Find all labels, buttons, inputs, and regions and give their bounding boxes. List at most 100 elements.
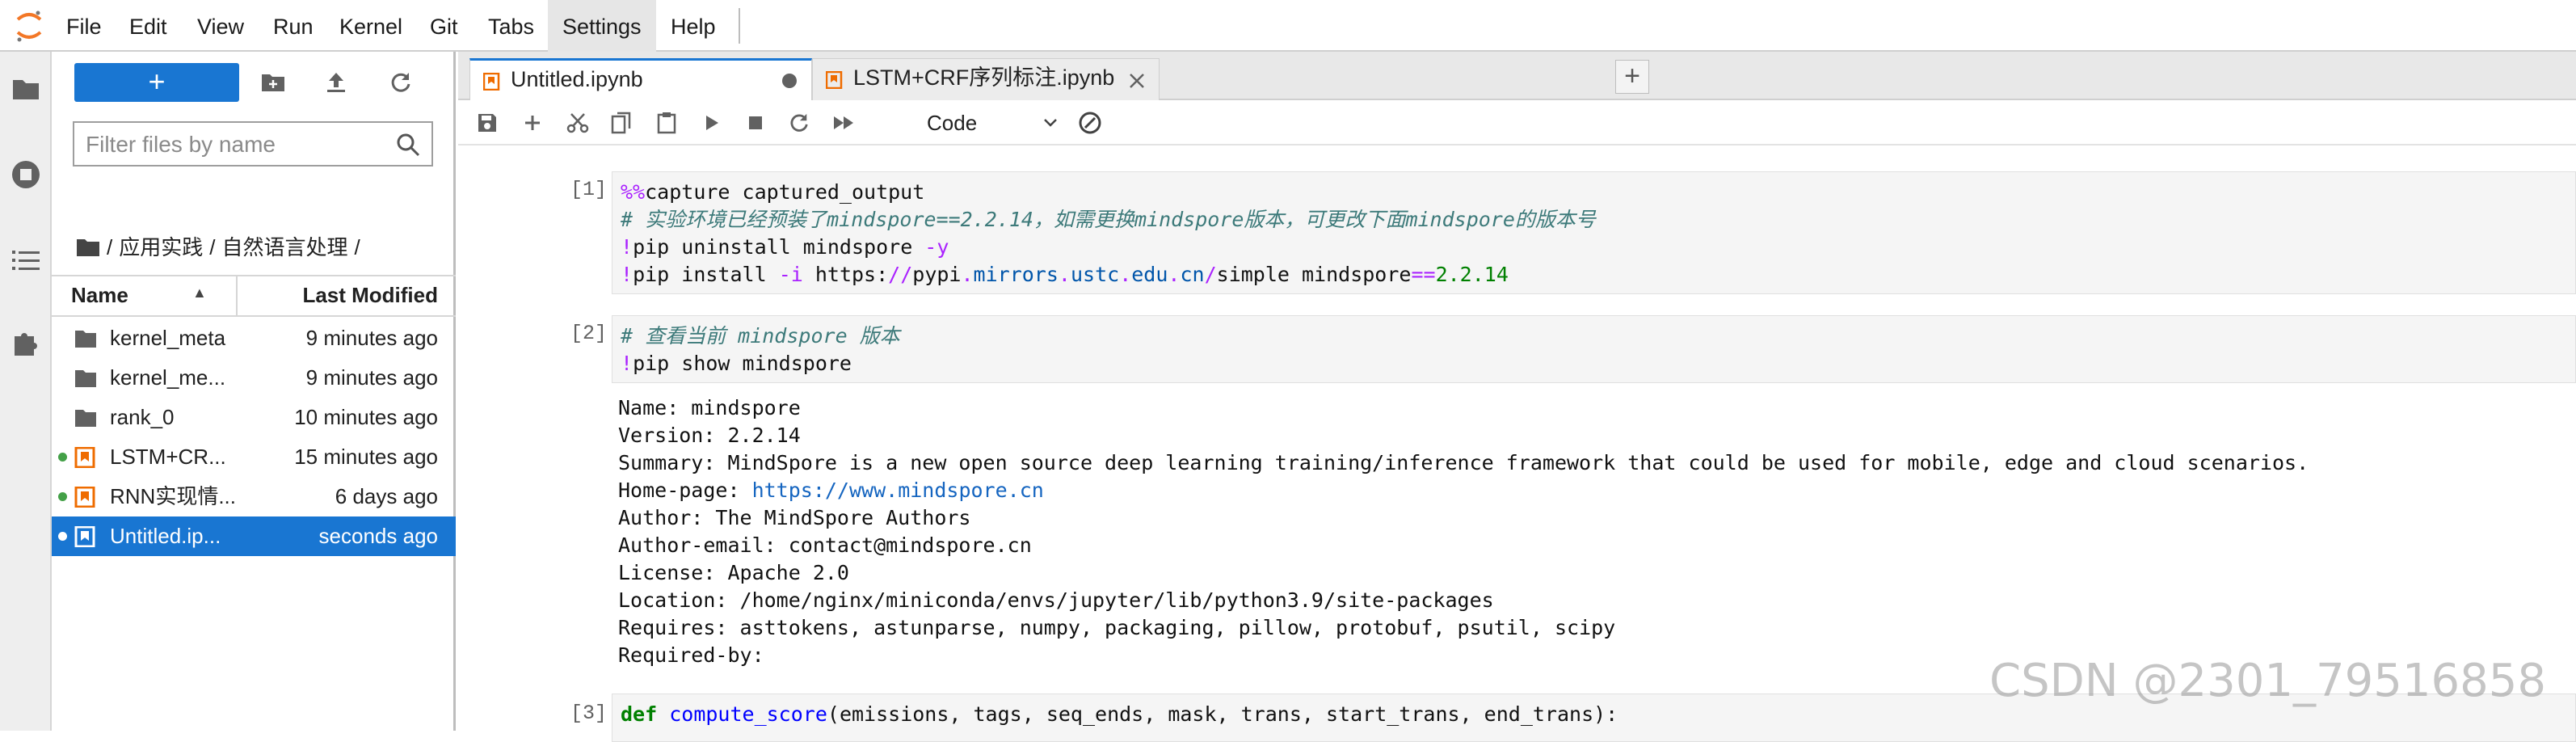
menu-kernel[interactable]: Kernel: [325, 0, 417, 52]
copy-icon: [611, 112, 631, 134]
new-launcher-button[interactable]: +: [74, 63, 239, 102]
run-button[interactable]: [694, 107, 730, 139]
file-modified: seconds ago: [318, 524, 438, 548]
extensions-tab[interactable]: [5, 322, 47, 364]
menu-run[interactable]: Run: [259, 0, 328, 52]
code-text: capture captured_output: [645, 180, 925, 204]
cell-type-select[interactable]: Code: [927, 107, 1064, 139]
menu-help[interactable]: Help: [656, 0, 730, 52]
paste-button[interactable]: [649, 107, 684, 139]
file-list-header: Name ▲ Last Modified: [52, 275, 456, 317]
search-icon[interactable]: [394, 131, 422, 158]
interrupt-button[interactable]: [738, 107, 773, 139]
new-folder-button[interactable]: [254, 66, 293, 99]
stop-circle-icon: [12, 161, 40, 188]
upload-button[interactable]: [317, 66, 356, 99]
file-row[interactable]: kernel_me... 9 minutes ago: [52, 358, 456, 398]
breadcrumb-item-应用实践[interactable]: 应用实践: [119, 231, 203, 263]
tab-lstm-crf-ipynb[interactable]: LSTM+CRF序列标注.ipynb: [812, 58, 1160, 102]
code-attr: edu: [1131, 263, 1168, 286]
menu-view[interactable]: View: [183, 0, 259, 52]
upload-icon: [327, 73, 345, 92]
code-op: .: [961, 263, 974, 286]
sort-ascending-icon[interactable]: ▲: [192, 285, 207, 301]
kernel-status[interactable]: [1072, 107, 1108, 139]
code-op: .: [1168, 263, 1181, 286]
output-line: Home-page: https://www.mindspore.cn: [618, 477, 2557, 504]
notebook-toolbar: Code: [458, 100, 2576, 145]
insert-cell-button[interactable]: [515, 107, 550, 139]
output-line: Requires: asttokens, astunparse, numpy, …: [618, 616, 1616, 639]
menu-settings[interactable]: Settings: [548, 0, 656, 52]
list-icon: [12, 251, 40, 270]
restart-button[interactable]: [781, 107, 817, 139]
breadcrumb-item-自然语言处理[interactable]: 自然语言处理: [221, 231, 347, 263]
code-text: pip show mindspore: [633, 352, 852, 375]
document-tab-bar: Untitled.ipynb LSTM+CRF序列标注.ipynb +: [458, 52, 2576, 102]
menu-tabs[interactable]: Tabs: [474, 0, 549, 52]
code-op: /: [1204, 263, 1217, 286]
file-modified: 10 minutes ago: [294, 405, 438, 429]
cell-type-value: Code: [927, 111, 978, 135]
table-of-contents-tab[interactable]: [5, 239, 47, 281]
column-divider[interactable]: [236, 276, 238, 315]
running-indicator: [58, 453, 67, 462]
tab-untitled-ipynb[interactable]: Untitled.ipynb: [469, 58, 812, 102]
refresh-button[interactable]: [381, 66, 420, 99]
file-row[interactable]: rank_0 10 minutes ago: [52, 398, 456, 437]
menu-file[interactable]: File: [52, 0, 116, 52]
column-modified-header[interactable]: Last Modified: [302, 283, 438, 308]
file-name: kernel_me...: [110, 365, 226, 390]
file-filter-input[interactable]: [74, 123, 394, 167]
file-browser-tab[interactable]: [5, 68, 47, 110]
code-line: %%capture captured_output: [621, 179, 2567, 206]
refresh-icon: [790, 113, 808, 132]
code-line: !pip install -i https://pypi.mirrors.ust…: [621, 261, 2567, 289]
breadcrumb-sep: /: [209, 235, 216, 259]
file-row[interactable]: kernel_meta 9 minutes ago: [52, 318, 456, 358]
code-op: .: [1058, 263, 1071, 286]
code-function-name: compute_score: [669, 702, 827, 726]
code-keyword: def: [621, 702, 658, 726]
save-icon: [478, 114, 496, 132]
shell-bang: !: [621, 235, 633, 259]
file-row-selected[interactable]: Untitled.ip... seconds ago: [52, 516, 456, 556]
output-line: Author: The MindSpore Authors: [618, 506, 971, 529]
chevron-down-icon: [1044, 119, 1057, 127]
play-icon: [706, 116, 718, 130]
file-name: RNN实现情...: [110, 484, 237, 508]
folder-home-icon[interactable]: [76, 238, 100, 257]
breadcrumb-sep: /: [107, 235, 113, 259]
cut-button[interactable]: [560, 107, 596, 139]
activity-bar: [0, 52, 52, 731]
file-row[interactable]: LSTM+CR... 15 minutes ago: [52, 437, 456, 477]
output-text: Home-page:: [618, 479, 752, 502]
jupyter-logo-icon: [16, 11, 42, 42]
unsaved-dot-icon[interactable]: [782, 74, 797, 88]
running-indicator: [58, 492, 67, 501]
new-tab-button[interactable]: +: [1615, 60, 1649, 94]
code-flag: -i: [778, 263, 803, 286]
copy-button[interactable]: [604, 107, 639, 139]
file-row[interactable]: RNN实现情... 6 days ago: [52, 477, 456, 516]
menu-edit[interactable]: Edit: [115, 0, 182, 52]
notebook-panel: [1]: %%capture captured_output # 实验环境已经预…: [458, 147, 2576, 742]
restart-run-all-button[interactable]: [827, 107, 862, 139]
column-name-header[interactable]: Name: [71, 283, 128, 308]
tab-label: Untitled.ipynb: [511, 67, 643, 91]
code-op: //: [888, 263, 913, 286]
running-sessions-tab[interactable]: [5, 154, 47, 196]
stop-icon: [749, 116, 762, 129]
magic-token: %%: [621, 180, 646, 204]
notebook-icon: [74, 447, 95, 468]
code-text: (emissions, tags, seq_ends, mask, trans,…: [827, 702, 1618, 726]
shell-bang: !: [621, 263, 633, 286]
homepage-link[interactable]: https://www.mindspore.cn: [752, 479, 1044, 502]
save-button[interactable]: [469, 107, 505, 139]
code-op: .: [1119, 263, 1132, 286]
code-cell-input[interactable]: %%capture captured_output # 实验环境已经预装了min…: [612, 171, 2576, 294]
code-attr: mirrors: [973, 263, 1059, 286]
code-cell-input[interactable]: # 查看当前 mindspore 版本 !pip show mindspore: [612, 315, 2576, 383]
close-icon[interactable]: [1128, 72, 1146, 90]
menu-git[interactable]: Git: [415, 0, 473, 52]
